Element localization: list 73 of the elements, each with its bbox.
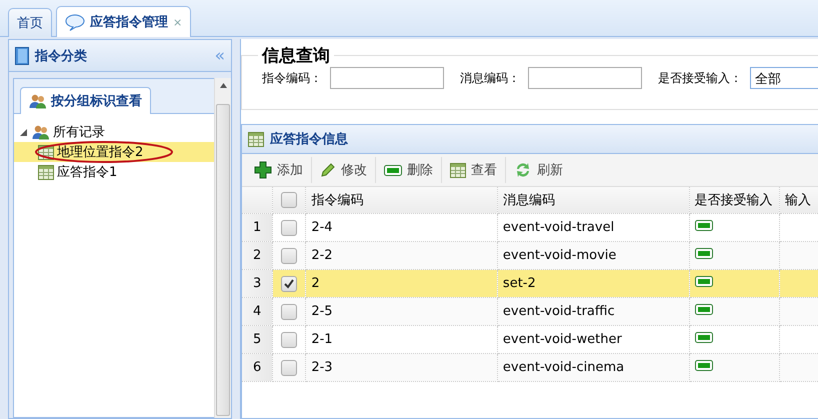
- minus-icon: [694, 248, 712, 259]
- tree-item-label: 应答指令1: [57, 164, 118, 181]
- tab-label: 首页: [17, 15, 43, 32]
- minus-icon: [694, 304, 712, 315]
- row-number: 3: [253, 276, 262, 291]
- table-cell: 2-4: [311, 220, 333, 235]
- table-cell: event-void-movie: [502, 248, 616, 263]
- table-icon: [450, 162, 466, 178]
- tree-item-label: 所有记录: [53, 124, 105, 141]
- table-cell: event-void-travel: [502, 220, 614, 235]
- page-tab[interactable]: 应答指令管理 ×: [56, 6, 192, 37]
- tree-item[interactable]: 地理位置指令2: [14, 142, 214, 162]
- toolbar-button[interactable]: 添加: [246, 157, 312, 183]
- tab-label: 按分组标识查看: [51, 93, 142, 110]
- input-field[interactable]: [528, 67, 642, 89]
- tree-item[interactable]: 所有记录: [14, 122, 214, 142]
- column-header[interactable]: 指令编码: [311, 193, 364, 208]
- row-number: 2: [253, 248, 262, 263]
- page-tab[interactable]: 首页: [8, 8, 52, 37]
- group-view-tab[interactable]: 按分组标识查看: [20, 87, 151, 114]
- checkbox[interactable]: [281, 360, 298, 376]
- checkbox[interactable]: [281, 192, 298, 208]
- table-cell: 2-3: [311, 360, 333, 375]
- checkbox[interactable]: [281, 276, 298, 292]
- panel-title: 应答指令信息: [270, 130, 348, 148]
- pencil-icon: [320, 162, 336, 178]
- column-header[interactable]: 消息编码: [502, 193, 555, 208]
- refresh-icon: [514, 161, 532, 179]
- table-cell: event-void-wether: [502, 332, 622, 347]
- field-label: 消息编码：: [460, 70, 520, 86]
- table-cell: set-2: [502, 276, 536, 291]
- table-cell: 2-2: [311, 248, 333, 263]
- tree-item[interactable]: 应答指令1: [14, 162, 214, 182]
- table-icon: [38, 164, 54, 180]
- field-label: 指令编码：: [262, 70, 322, 86]
- toolbar-button[interactable]: 查看: [442, 157, 506, 183]
- minus-icon: [694, 332, 712, 343]
- row-number: 5: [253, 332, 262, 347]
- minus-icon: [694, 276, 712, 287]
- table-cell: event-void-cinema: [502, 360, 624, 375]
- checkbox[interactable]: [281, 248, 298, 264]
- section-title: 信息查询: [260, 45, 331, 67]
- tab-label: 应答指令管理: [90, 14, 168, 31]
- minus-icon: [694, 220, 712, 231]
- toolbar-button[interactable]: 删除: [376, 157, 442, 183]
- speech-bubble-icon: [65, 14, 85, 30]
- table-cell: 2: [311, 276, 320, 291]
- row-number: 6: [253, 360, 262, 375]
- table-icon: [248, 132, 264, 146]
- checkbox[interactable]: [281, 304, 298, 320]
- tree-item-label: 地理位置指令2: [57, 144, 144, 161]
- row-number: 1: [253, 220, 262, 235]
- toolbar-button[interactable]: 刷新: [506, 157, 571, 183]
- book-icon: [15, 46, 29, 64]
- table-cell: 2-5: [311, 304, 333, 319]
- input-field[interactable]: [330, 67, 444, 89]
- add-icon: [254, 161, 272, 179]
- group-icon: [32, 124, 50, 140]
- toolbar-button[interactable]: 修改: [312, 157, 376, 183]
- expand-arrow-icon[interactable]: [20, 128, 29, 136]
- minus-icon: [694, 360, 712, 371]
- table-cell: 2-1: [311, 332, 333, 347]
- table-cell: event-void-traffic: [502, 304, 615, 319]
- checkbox[interactable]: [281, 220, 298, 236]
- field-label: 是否接受输入：: [658, 70, 742, 86]
- scroll-up-arrow-icon[interactable]: [220, 83, 226, 88]
- scrollbar[interactable]: [214, 78, 231, 418]
- group-icon: [29, 93, 47, 109]
- select-field[interactable]: 全部: [750, 67, 818, 89]
- row-number: 4: [253, 304, 262, 319]
- minus-icon: [384, 164, 402, 176]
- panel-title: 指令分类: [35, 48, 87, 64]
- checkbox[interactable]: [281, 332, 298, 348]
